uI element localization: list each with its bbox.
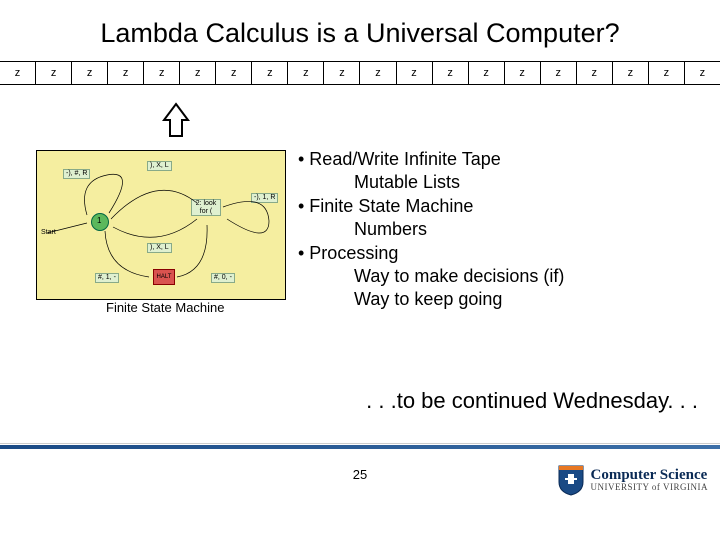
tape-cell: z: [72, 62, 108, 84]
fsm-start-label: Start: [41, 229, 56, 236]
tape-cell: z: [0, 62, 36, 84]
bullet-item: • Read/Write Infinite Tape: [298, 148, 708, 171]
bullet-content: • Read/Write Infinite Tape Mutable Lists…: [298, 148, 708, 312]
bullet-sub-item: Mutable Lists: [298, 171, 708, 194]
tape-cell: z: [649, 62, 685, 84]
fsm-transition-label: ), X, L: [147, 161, 172, 171]
tape-cell: z: [469, 62, 505, 84]
bullet-item: • Finite State Machine: [298, 195, 708, 218]
bullet-item: • Processing: [298, 242, 708, 265]
tape-cell: z: [685, 62, 720, 84]
continued-text: . . .to be continued Wednesday. . .: [366, 388, 698, 414]
tape-cell: z: [505, 62, 541, 84]
fsm-transition-label: #, 1, -: [95, 273, 119, 283]
tape-cell: z: [360, 62, 396, 84]
fsm-transition-label: -), 1, R: [251, 193, 278, 203]
uva-cs-logo: Computer Science UNIVERSITY of VIRGINIA: [557, 464, 709, 496]
tape-head-arrow: [158, 102, 194, 142]
slide-title: Lambda Calculus is a Universal Computer?: [0, 0, 720, 61]
tape-cell: z: [613, 62, 649, 84]
tape-cell: z: [288, 62, 324, 84]
tape-cell: z: [144, 62, 180, 84]
fsm-transition-label: #, 0, -: [211, 273, 235, 283]
shield-icon: [557, 464, 585, 496]
bullet-sub-item: Way to keep going: [298, 288, 708, 311]
fsm-diagram: Start -), #, R ), X, L 1 2: look for ( -…: [36, 150, 286, 300]
logo-text-sub: UNIVERSITY of VIRGINIA: [591, 483, 709, 492]
tape-cell: z: [108, 62, 144, 84]
tape-cell: z: [216, 62, 252, 84]
bullet-sub-item: Way to make decisions (if): [298, 265, 708, 288]
fsm-state-label: 2: look for (: [191, 199, 221, 216]
fsm-transition-label: ), X, L: [147, 243, 172, 253]
tape-cell: z: [433, 62, 469, 84]
tape-cell: z: [541, 62, 577, 84]
tape-cell: z: [577, 62, 613, 84]
tape-cell: z: [252, 62, 288, 84]
fsm-caption: Finite State Machine: [106, 300, 225, 315]
footer-divider: [0, 445, 720, 449]
fsm-transition-label: -), #, R: [63, 169, 90, 179]
tape-cell: z: [324, 62, 360, 84]
tape-cell: z: [397, 62, 433, 84]
turing-tape: zzzzzzzzzzzzzzzzzzzz: [0, 61, 720, 85]
fsm-state-number: 1: [97, 216, 101, 225]
bullet-sub-item: Numbers: [298, 218, 708, 241]
logo-text-main: Computer Science: [591, 468, 709, 483]
tape-cell: z: [36, 62, 72, 84]
tape-cell: z: [180, 62, 216, 84]
fsm-state-node: 1: [91, 213, 109, 231]
page-number: 25: [353, 467, 367, 482]
fsm-halt-state: HALT: [153, 269, 175, 285]
